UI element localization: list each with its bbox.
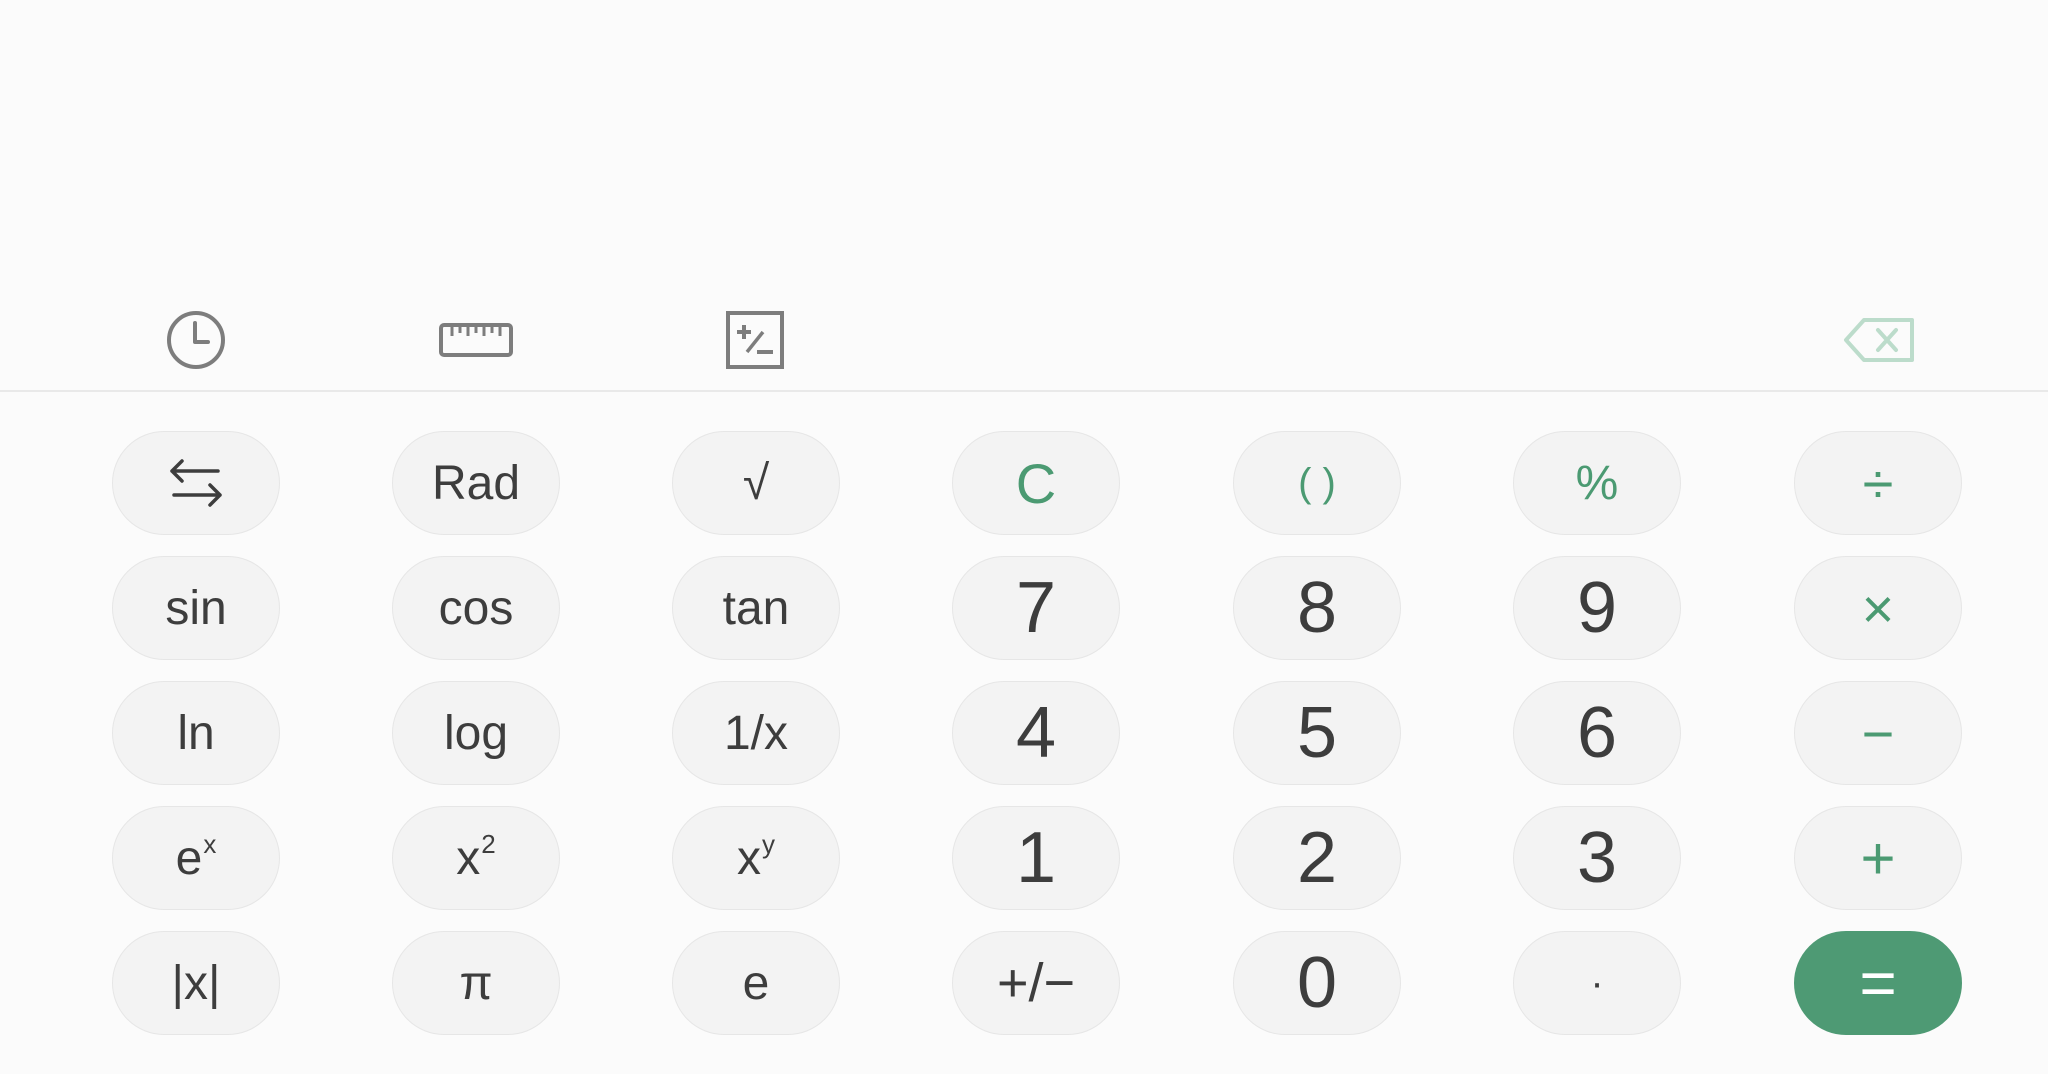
equals-button[interactable]: = [1794, 931, 1962, 1035]
tan-button[interactable]: tan [672, 556, 840, 660]
scientific-mode-button[interactable] [705, 290, 805, 390]
power-base-label: x [737, 831, 761, 885]
negate-button[interactable]: +/− [952, 931, 1120, 1035]
keypad: Rad √ C ( ) % ÷ sin cos tan 7 8 9 × ln l… [0, 392, 2048, 1074]
rad-button[interactable]: Rad [392, 431, 560, 535]
multiply-button[interactable]: × [1794, 556, 1962, 660]
sqrt-button[interactable]: √ [672, 431, 840, 535]
digit-0-button[interactable]: 0 [1233, 931, 1401, 1035]
power-superscript-label: y [762, 828, 775, 859]
reciprocal-button[interactable]: 1/x [672, 681, 840, 785]
digit-3-button[interactable]: 3 [1513, 806, 1681, 910]
minus-button[interactable]: − [1794, 681, 1962, 785]
divide-button[interactable]: ÷ [1794, 431, 1962, 535]
parentheses-button[interactable]: ( ) [1233, 431, 1401, 535]
exp-base-label: e [175, 831, 203, 885]
square-button[interactable]: x2 [392, 806, 560, 910]
digit-4-button[interactable]: 4 [952, 681, 1120, 785]
digit-5-button[interactable]: 5 [1233, 681, 1401, 785]
history-button[interactable] [146, 290, 246, 390]
digit-7-button[interactable]: 7 [952, 556, 1120, 660]
ln-button[interactable]: ln [112, 681, 280, 785]
digit-6-button[interactable]: 6 [1513, 681, 1681, 785]
absolute-value-button[interactable]: |x| [112, 931, 280, 1035]
square-base-label: x [456, 831, 481, 885]
plus-button[interactable]: + [1794, 806, 1962, 910]
power-button[interactable]: xy [672, 806, 840, 910]
percent-button[interactable]: % [1513, 431, 1681, 535]
decimal-button[interactable]: · [1513, 931, 1681, 1035]
backspace-icon [1844, 318, 1914, 362]
result-display [0, 0, 2048, 290]
backspace-button[interactable] [1830, 290, 1930, 390]
euler-button[interactable]: e [672, 931, 840, 1035]
cos-button[interactable]: cos [392, 556, 560, 660]
exp-button[interactable]: ex [112, 806, 280, 910]
swap-arrows-icon [170, 459, 222, 507]
exp-superscript-label: x [203, 828, 217, 859]
digit-1-button[interactable]: 1 [952, 806, 1120, 910]
clear-button[interactable]: C [952, 431, 1120, 535]
ruler-icon [439, 323, 513, 357]
square-superscript-label: 2 [481, 828, 496, 859]
plus-minus-box-icon [726, 311, 784, 369]
digit-2-button[interactable]: 2 [1233, 806, 1401, 910]
pi-button[interactable]: π [392, 931, 560, 1035]
unit-converter-button[interactable] [426, 290, 526, 390]
swap-functions-button[interactable] [112, 431, 280, 535]
sin-button[interactable]: sin [112, 556, 280, 660]
digit-8-button[interactable]: 8 [1233, 556, 1401, 660]
digit-9-button[interactable]: 9 [1513, 556, 1681, 660]
log-button[interactable]: log [392, 681, 560, 785]
clock-icon [167, 311, 225, 369]
toolbar [0, 290, 2048, 390]
